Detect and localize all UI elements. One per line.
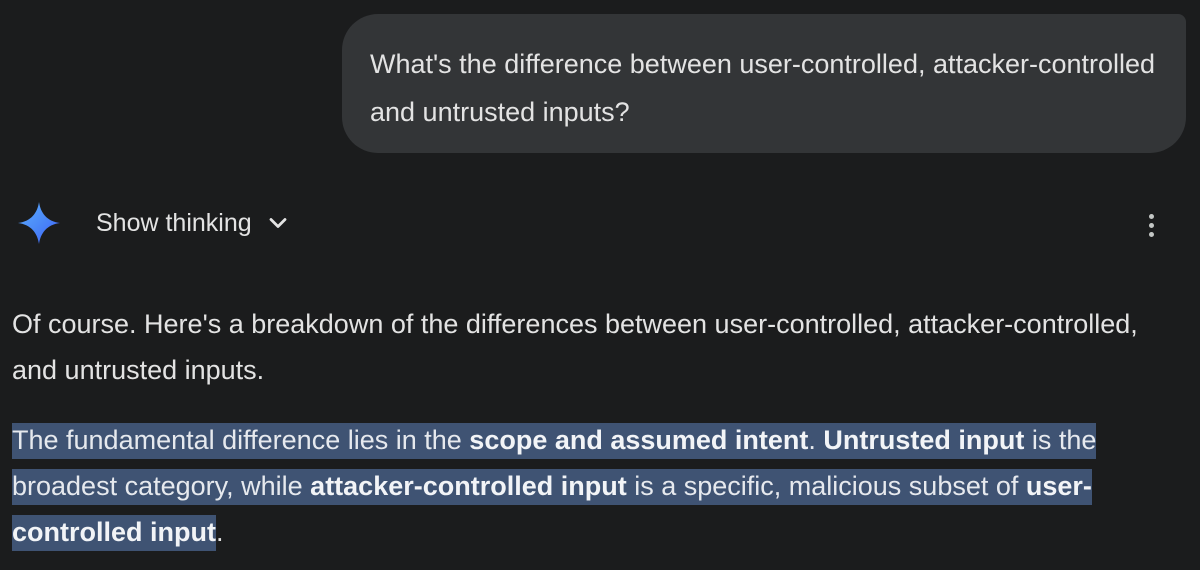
chevron-down-icon xyxy=(269,218,287,228)
selected-text-highlight: The fundamental difference lies in the s… xyxy=(12,423,1097,551)
response-paragraph-intro: Of course. Here's a breakdown of the dif… xyxy=(12,309,1138,385)
user-message-text: What's the difference between user-contr… xyxy=(370,49,1156,127)
gemini-sparkle-icon xyxy=(18,202,60,244)
response-paragraph-selected: The fundamental difference lies in the s… xyxy=(12,417,1187,555)
bold-phrase-scope: scope and assumed intent xyxy=(469,425,809,455)
show-thinking-label: Show thinking xyxy=(96,208,252,237)
bold-phrase-attacker: attacker-controlled input xyxy=(310,471,627,501)
show-thinking-toggle[interactable]: Show thinking xyxy=(96,203,290,243)
more-options-button[interactable] xyxy=(1136,206,1166,244)
user-message-bubble: What's the difference between user-contr… xyxy=(342,14,1186,153)
assistant-response: Of course. Here's a breakdown of the dif… xyxy=(12,301,1187,555)
bold-phrase-untrusted: Untrusted input xyxy=(823,425,1025,455)
more-vertical-icon xyxy=(1148,213,1154,219)
